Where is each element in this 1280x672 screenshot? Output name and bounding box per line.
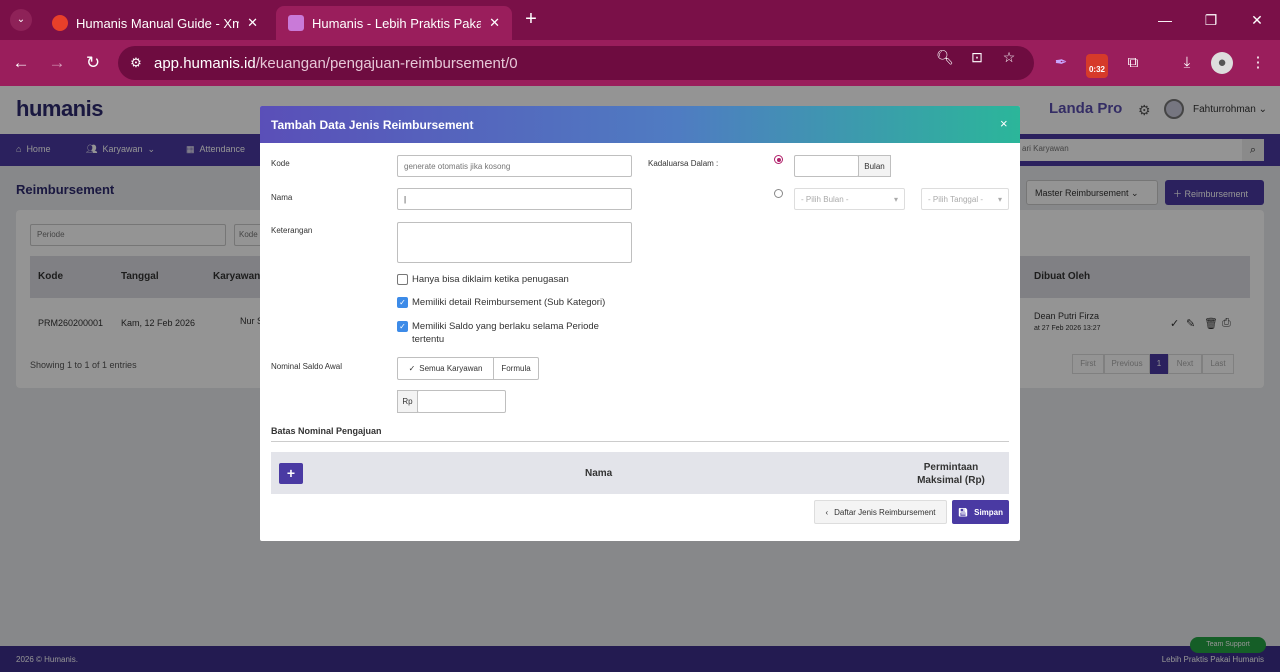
- extension-feather-icon[interactable]: ✒: [1050, 52, 1072, 74]
- profile-avatar-icon[interactable]: ●: [1211, 52, 1233, 74]
- back-button[interactable]: ←: [10, 52, 32, 74]
- button-label: Daftar Jenis Reimbursement: [834, 507, 936, 517]
- download-icon[interactable]: ⤓: [1176, 52, 1198, 74]
- reload-button[interactable]: ↻: [82, 52, 104, 74]
- column-nama: Nama: [585, 468, 613, 479]
- sub-kategori-checkbox[interactable]: ✓: [397, 297, 408, 308]
- tab-title: Humanis Manual Guide - Xmind: [76, 15, 240, 31]
- install-app-icon[interactable]: ⊡: [968, 49, 986, 67]
- add-batas-button[interactable]: +: [279, 463, 303, 484]
- address-bar[interactable]: ⚙ app.humanis.id/keuangan/pengajuan-reim…: [118, 46, 1034, 80]
- modal-header: Tambah Data Jenis Reimbursement ×: [260, 106, 1020, 143]
- simpan-button[interactable]: 💾︎ Simpan: [952, 500, 1009, 524]
- close-icon[interactable]: ×: [1000, 116, 1008, 131]
- chevron-left-icon: ‹: [825, 507, 829, 517]
- penugasan-checkbox[interactable]: [397, 274, 408, 285]
- tambah-jenis-reimbursement-modal: Tambah Data Jenis Reimbursement × Kode N…: [260, 106, 1020, 541]
- new-tab-button[interactable]: +: [520, 8, 542, 32]
- formula-option[interactable]: Formula: [493, 357, 539, 380]
- saldo-periode-checkbox-label: Memiliki Saldo yang berlaku selama Perio…: [412, 321, 599, 345]
- bulan-suffix: Bulan: [858, 155, 891, 177]
- browser-tabstrip: ⌄ Humanis Manual Guide - Xmind ✕ Humanis…: [0, 0, 1280, 40]
- batas-nominal-title: Batas Nominal Pengajuan: [271, 426, 382, 436]
- daftar-jenis-reimbursement-button[interactable]: ‹ Daftar Jenis Reimbursement: [814, 500, 947, 524]
- minimize-button[interactable]: —: [1150, 8, 1180, 32]
- option-label: Semua Karyawan: [419, 364, 483, 373]
- humanis-favicon-icon: [288, 15, 304, 31]
- nama-input[interactable]: |: [397, 188, 632, 210]
- modal-title: Tambah Data Jenis Reimbursement: [271, 118, 474, 132]
- kadaluarsa-bulan-input[interactable]: [794, 155, 859, 177]
- check-icon: ✓: [408, 364, 416, 373]
- tab-humanis[interactable]: Humanis - Lebih Praktis Pakai Humanis ✕: [276, 6, 512, 40]
- nama-label: Nama: [271, 193, 293, 202]
- extensions-icon[interactable]: ⧉: [1122, 52, 1144, 74]
- kadaluarsa-tanggal-radio[interactable]: [774, 189, 783, 198]
- pilih-tanggal-select[interactable]: - Pilih Tanggal - ▾: [921, 188, 1009, 210]
- tab-search-button[interactable]: ⌄: [10, 9, 32, 31]
- site-info-icon[interactable]: ⚙: [118, 55, 154, 71]
- url-path: /keuangan/pengajuan-reimbursement/0: [255, 54, 518, 72]
- semua-karyawan-option[interactable]: ✓ Semua Karyawan: [397, 357, 494, 380]
- bookmark-star-icon[interactable]: ☆: [1000, 49, 1018, 67]
- tab-xmind-guide[interactable]: Humanis Manual Guide - Xmind ✕: [40, 6, 270, 40]
- kadaluarsa-bulan-radio[interactable]: [774, 155, 783, 164]
- saldo-awal-input[interactable]: [417, 390, 506, 413]
- url-host: app.humanis.id: [154, 54, 256, 72]
- batas-nominal-table-header: + Nama Permintaan Maksimal (Rp): [271, 452, 1009, 494]
- divider: [271, 441, 1009, 442]
- select-label: - Pilih Bulan -: [801, 194, 849, 204]
- xmind-favicon-icon: [52, 15, 68, 31]
- penugasan-checkbox-label: Hanya bisa diklaim ketika penugasan: [412, 274, 569, 285]
- window-close-button[interactable]: ✕: [1242, 8, 1272, 32]
- tab-title: Humanis - Lebih Praktis Pakai Humanis: [312, 15, 482, 31]
- kode-input[interactable]: [397, 155, 632, 177]
- close-icon[interactable]: ✕: [489, 15, 500, 31]
- option-label: Formula: [501, 364, 531, 373]
- kadaluarsa-label: Kadaluarsa Dalam :: [648, 159, 719, 168]
- pilih-bulan-select[interactable]: - Pilih Bulan - ▾: [794, 188, 905, 210]
- restore-button[interactable]: ❐: [1196, 8, 1226, 32]
- forward-button[interactable]: →: [46, 52, 68, 74]
- browser-menu-icon[interactable]: ⋮: [1247, 52, 1269, 74]
- sub-kategori-checkbox-label: Memiliki detail Reimbursement (Sub Kateg…: [412, 297, 606, 308]
- timer-extension-badge[interactable]: 0:32: [1086, 54, 1108, 78]
- caret-down-icon: ▾: [893, 194, 898, 204]
- keterangan-textarea[interactable]: [397, 222, 632, 263]
- nominal-saldo-label: Nominal Saldo Awal: [271, 362, 343, 371]
- rp-prefix: Rp: [397, 390, 418, 413]
- zoom-icon[interactable]: 🔍︎: [936, 49, 954, 67]
- button-label: Simpan: [974, 507, 1004, 517]
- keterangan-label: Keterangan: [271, 226, 313, 235]
- select-label: - Pilih Tanggal -: [928, 194, 983, 204]
- caret-down-icon: ▾: [997, 194, 1002, 204]
- kode-label: Kode: [271, 159, 290, 168]
- close-icon[interactable]: ✕: [247, 15, 258, 31]
- saldo-periode-checkbox[interactable]: ✓: [397, 321, 408, 332]
- save-icon: 💾︎: [957, 507, 969, 517]
- column-permintaan-maksimal: Permintaan Maksimal (Rp): [917, 462, 985, 486]
